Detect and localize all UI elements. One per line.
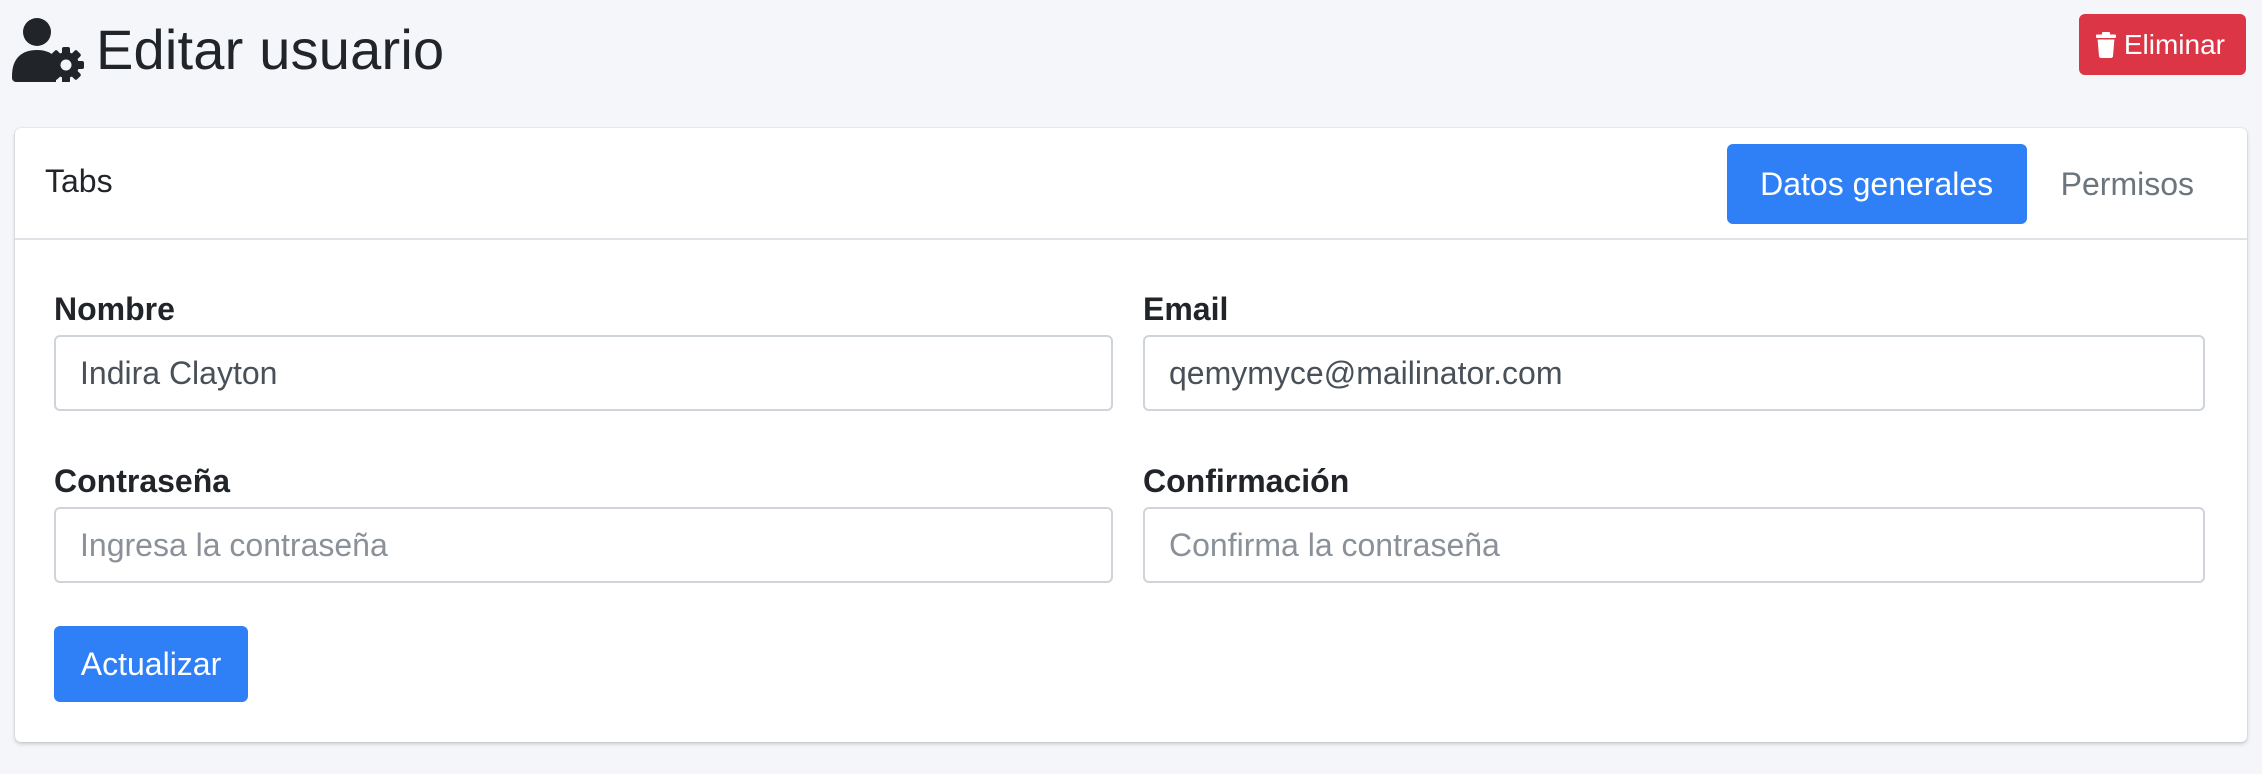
user-edit-card: Tabs Datos generales Permisos Nombre Ema…: [15, 128, 2247, 742]
tab-datos-generales[interactable]: Datos generales: [1726, 144, 2027, 224]
page-header: Editar usuario Eliminar: [0, 0, 2262, 110]
trash-icon: [2095, 31, 2116, 58]
tabs: Datos generales Permisos: [1726, 144, 2226, 224]
name-field-group: Nombre: [54, 289, 1113, 412]
password-label: Contraseña: [54, 463, 231, 499]
email-field-group: Email: [1143, 289, 2205, 412]
card-title: Tabs: [45, 163, 113, 199]
title-wrap: Editar usuario: [12, 14, 444, 86]
user-cog-icon: [12, 18, 84, 82]
email-input[interactable]: [1143, 335, 2205, 411]
page-title: Editar usuario: [96, 18, 445, 81]
card-header: Tabs Datos generales Permisos: [15, 128, 2247, 240]
password-field-group: Contraseña: [54, 461, 1113, 584]
delete-button[interactable]: Eliminar: [2078, 14, 2246, 75]
confirmation-field-group: Confirmación: [1143, 461, 2205, 584]
confirmation-input[interactable]: [1143, 507, 2205, 583]
name-input[interactable]: [54, 335, 1113, 411]
update-button[interactable]: Actualizar: [54, 626, 248, 702]
password-input[interactable]: [54, 507, 1113, 583]
delete-button-label: Eliminar: [2123, 28, 2225, 60]
email-label: Email: [1143, 291, 1229, 327]
confirmation-label: Confirmación: [1143, 463, 1350, 499]
tab-permisos[interactable]: Permisos: [2029, 144, 2226, 224]
name-label: Nombre: [54, 291, 175, 327]
